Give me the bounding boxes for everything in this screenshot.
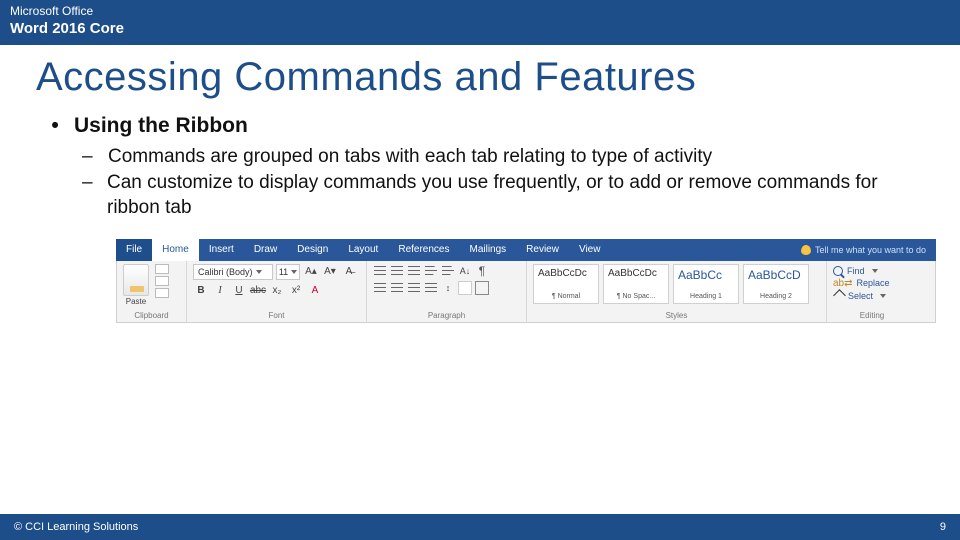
page-number: 9: [940, 521, 946, 533]
font-name-combo[interactable]: Calibri (Body): [193, 264, 273, 280]
slide-title: Accessing Commands and Features: [0, 45, 960, 114]
numbering-button[interactable]: [390, 264, 404, 278]
tab-design[interactable]: Design: [287, 239, 338, 261]
subscript-button[interactable]: x₂: [269, 283, 285, 299]
sort-button[interactable]: A↓: [458, 264, 472, 278]
ribbon-body: Paste Clipboard Calibri (Body) 11 A▴: [116, 261, 936, 323]
search-icon: [833, 266, 843, 276]
bullet-level2: – Commands are grouped on tabs with each…: [82, 144, 914, 170]
bullet-level2: – Can customize to display commands you …: [82, 170, 914, 221]
ribbon-tab-strip: File Home Insert Draw Design Layout Refe…: [116, 239, 936, 261]
bullet-level1: • Using the Ribbon: [46, 114, 914, 138]
group-editing: Find ab⇄Replace Select Editing: [827, 261, 917, 322]
suite-name: Microsoft Office: [10, 4, 950, 18]
group-label: Font: [193, 309, 360, 320]
underline-button[interactable]: U: [231, 283, 247, 299]
ribbon-illustration: File Home Insert Draw Design Layout Refe…: [116, 239, 936, 323]
tab-view[interactable]: View: [569, 239, 611, 261]
align-center-button[interactable]: [390, 281, 404, 295]
tab-mailings[interactable]: Mailings: [459, 239, 516, 261]
italic-button[interactable]: I: [212, 283, 228, 299]
tell-me-box[interactable]: Tell me what you want to do: [791, 239, 936, 261]
footer-bar: © CCI Learning Solutions 9: [0, 514, 960, 540]
shading-button[interactable]: [458, 281, 472, 295]
paste-label: Paste: [126, 297, 146, 306]
paste-button[interactable]: Paste: [123, 264, 149, 306]
font-color-button[interactable]: A: [307, 283, 323, 299]
select-button[interactable]: Select: [833, 291, 890, 301]
bullet-dot: •: [46, 114, 64, 138]
tab-references[interactable]: References: [388, 239, 459, 261]
cut-icon[interactable]: [155, 264, 169, 274]
superscript-button[interactable]: x²: [288, 283, 304, 299]
line-spacing-button[interactable]: ↕: [441, 281, 455, 295]
content-area: • Using the Ribbon – Commands are groupe…: [0, 114, 960, 323]
tab-review[interactable]: Review: [516, 239, 569, 261]
group-label: Styles: [533, 309, 820, 320]
bullet-text: Using the Ribbon: [74, 114, 248, 138]
style-heading1[interactable]: AaBbCc Heading 1: [673, 264, 739, 304]
replace-button[interactable]: ab⇄Replace: [833, 278, 890, 289]
find-button[interactable]: Find: [833, 266, 890, 276]
sub-text: Commands are grouped on tabs with each t…: [108, 144, 712, 170]
increase-indent-button[interactable]: [441, 264, 455, 278]
bold-button[interactable]: B: [193, 283, 209, 299]
chevron-down-icon: [872, 269, 878, 273]
show-marks-button[interactable]: ¶: [475, 264, 489, 278]
style-normal[interactable]: AaBbCcDc ¶ Normal: [533, 264, 599, 304]
chevron-down-icon: [880, 294, 886, 298]
group-label: Clipboard: [123, 309, 180, 320]
group-font: Calibri (Body) 11 A▴ A▾ A̶ B I U abc x₂ …: [187, 261, 367, 322]
dash-icon: –: [82, 170, 97, 221]
group-label: Editing: [833, 309, 911, 320]
tell-me-text: Tell me what you want to do: [815, 245, 926, 255]
copy-icon[interactable]: [155, 276, 169, 286]
chevron-down-icon: [291, 270, 297, 274]
decrease-indent-button[interactable]: [424, 264, 438, 278]
group-clipboard: Paste Clipboard: [117, 261, 187, 322]
bullets-button[interactable]: [373, 264, 387, 278]
group-label: Paragraph: [373, 309, 520, 320]
tab-layout[interactable]: Layout: [338, 239, 388, 261]
copyright: © CCI Learning Solutions: [14, 521, 138, 533]
replace-icon: ab⇄: [833, 278, 853, 289]
format-painter-icon[interactable]: [155, 288, 169, 298]
sub-text: Can customize to display commands you us…: [107, 170, 914, 221]
group-styles: AaBbCcDc ¶ Normal AaBbCcDc ¶ No Spac... …: [527, 261, 827, 322]
tab-file[interactable]: File: [116, 239, 152, 261]
align-right-button[interactable]: [407, 281, 421, 295]
clipboard-icon: [123, 264, 149, 296]
clipboard-mini: [155, 264, 169, 298]
tab-draw[interactable]: Draw: [244, 239, 287, 261]
style-nospacing[interactable]: AaBbCcDc ¶ No Spac...: [603, 264, 669, 304]
product-name: Word 2016 Core: [10, 20, 950, 37]
dash-icon: –: [82, 144, 98, 170]
tab-home[interactable]: Home: [152, 239, 199, 261]
multilevel-button[interactable]: [407, 264, 421, 278]
group-paragraph: A↓ ¶ ↕ Paragraph: [367, 261, 527, 322]
grow-font-button[interactable]: A▴: [303, 264, 319, 280]
cursor-icon: [833, 290, 846, 303]
shrink-font-button[interactable]: A▾: [322, 264, 338, 280]
styles-gallery: AaBbCcDc ¶ Normal AaBbCcDc ¶ No Spac... …: [533, 264, 809, 304]
clear-format-button[interactable]: A̶: [341, 264, 357, 280]
borders-button[interactable]: [475, 281, 489, 295]
strike-button[interactable]: abc: [250, 283, 266, 299]
justify-button[interactable]: [424, 281, 438, 295]
style-heading2[interactable]: AaBbCcD Heading 2: [743, 264, 809, 304]
font-size-combo[interactable]: 11: [276, 264, 300, 280]
title-bar: Microsoft Office Word 2016 Core: [0, 0, 960, 45]
align-left-button[interactable]: [373, 281, 387, 295]
chevron-down-icon: [256, 270, 262, 274]
lightbulb-icon: [801, 245, 811, 255]
tab-insert[interactable]: Insert: [199, 239, 244, 261]
